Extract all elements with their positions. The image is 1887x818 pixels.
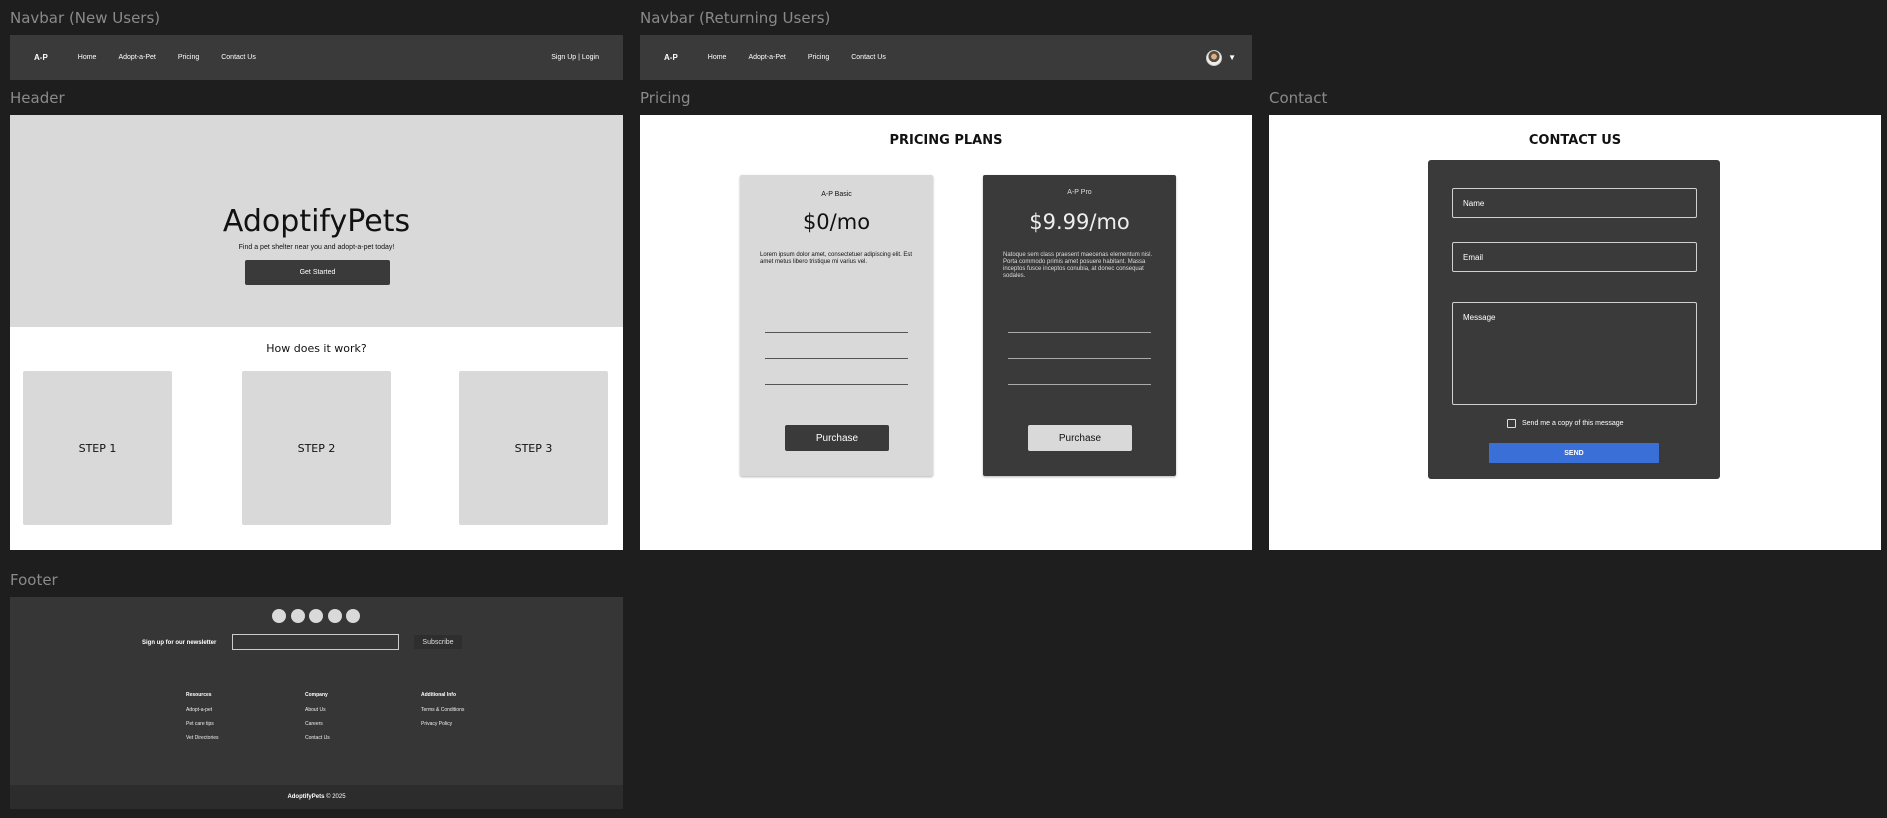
step-card-1: STEP 1 (23, 371, 172, 525)
footer-column-company: Company About Us Careers Contact Us (305, 692, 330, 749)
avatar[interactable] (1206, 49, 1223, 66)
footer-column-resources: Resources Adopt-a-pet Pet care tips Vet … (186, 692, 219, 749)
nav-link-contact[interactable]: Contact Us (221, 54, 256, 61)
contact-form: Name Email Message Send me a copy of thi… (1428, 160, 1720, 479)
email-field[interactable]: Email (1452, 242, 1697, 272)
send-button[interactable]: SEND (1489, 443, 1659, 463)
social-icon[interactable] (291, 609, 305, 623)
hero-subtitle: Find a pet shelter near you and adopt-a-… (238, 244, 395, 251)
footer-column-additional-info: Additional Info Terms & Conditions Priva… (421, 692, 464, 735)
nav-link-adopt[interactable]: Adopt-a-Pet (118, 54, 155, 61)
footer-link[interactable]: Adopt-a-pet (186, 707, 219, 713)
plan-card-basic: A-P Basic $0/mo Lorem ipsum dolor amet, … (740, 175, 933, 476)
signup-login-link[interactable]: Sign Up | Login (551, 54, 599, 61)
footer-link[interactable]: Terms & Conditions (421, 707, 464, 713)
plan-description: Lorem ipsum dolor amet, consectetuer adi… (760, 252, 913, 265)
social-icon[interactable] (328, 609, 342, 623)
social-icon[interactable] (346, 609, 360, 623)
message-field[interactable]: Message (1452, 302, 1697, 405)
purchase-button-pro[interactable]: Purchase (1028, 425, 1132, 451)
frame-label-header: Header (10, 89, 65, 107)
plan-price: $9.99/mo (1029, 210, 1130, 234)
feature-line (765, 384, 908, 385)
feature-line (1008, 384, 1151, 385)
feature-line (765, 358, 908, 359)
contact-frame: CONTACT US Name Email Message Send me a … (1269, 115, 1881, 550)
copyright-text: © 2025 (326, 794, 346, 800)
copyright-bar: AdoptifyPets © 2025 (10, 785, 623, 809)
frame-label-footer: Footer (10, 571, 58, 589)
footer-brand: AdoptifyPets (287, 794, 325, 800)
header-frame: AdoptifyPets Find a pet shelter near you… (10, 115, 623, 550)
plan-price: $0/mo (802, 210, 871, 234)
newsletter-email-input[interactable] (232, 634, 399, 650)
nav-link-pricing[interactable]: Pricing (808, 54, 829, 61)
step-card-2: STEP 2 (242, 371, 391, 525)
footer-link[interactable]: About Us (305, 707, 330, 713)
nav-link-pricing[interactable]: Pricing (178, 54, 199, 61)
nav-link-contact[interactable]: Contact Us (851, 54, 886, 61)
frame-label-contact: Contact (1269, 89, 1328, 107)
copy-checkbox-label: Send me a copy of this message (1522, 420, 1624, 427)
plan-name: A-P Basic (821, 191, 852, 198)
get-started-button[interactable]: Get Started (245, 260, 390, 285)
copy-checkbox-row[interactable]: Send me a copy of this message (1507, 419, 1624, 428)
footer-link[interactable]: Pet care tips (186, 721, 219, 727)
nav-link-home[interactable]: Home (78, 54, 97, 61)
contact-title: CONTACT US (1528, 133, 1622, 148)
feature-line (765, 332, 908, 333)
frame-label-navbar-new: Navbar (New Users) (10, 9, 161, 27)
pricing-title: PRICING PLANS (889, 133, 1003, 148)
nav-logo[interactable]: A-P (34, 53, 48, 62)
chevron-down-icon[interactable]: ▼ (1228, 53, 1236, 62)
frame-label-navbar-returning: Navbar (Returning Users) (640, 9, 831, 27)
how-it-works-title: How does it work? (266, 342, 367, 355)
plan-card-pro: A-P Pro $9.99/mo Natoque sem class praes… (983, 175, 1176, 476)
step-card-3: STEP 3 (459, 371, 608, 525)
feature-line (1008, 358, 1151, 359)
footer-link[interactable]: Vet Directories (186, 735, 219, 741)
hero-section: AdoptifyPets Find a pet shelter near you… (10, 115, 623, 327)
navbar-new-users: A-P Home Adopt-a-Pet Pricing Contact Us … (10, 35, 623, 80)
plan-description: Natoque sem class praesent maecenas elem… (1003, 252, 1153, 279)
footer-link[interactable]: Privacy Policy (421, 721, 464, 727)
social-icon[interactable] (309, 609, 323, 623)
copy-checkbox[interactable] (1507, 419, 1516, 428)
footer-column-title: Company (305, 692, 328, 698)
plan-name: A-P Pro (1067, 189, 1092, 196)
footer-column-title: Resources (186, 692, 212, 698)
purchase-button-basic[interactable]: Purchase (785, 425, 889, 451)
footer-frame: Sign up for our newsletter Subscribe Res… (10, 597, 623, 809)
navbar-returning-users: A-P Home Adopt-a-Pet Pricing Contact Us … (640, 35, 1252, 80)
nav-link-home[interactable]: Home (708, 54, 727, 61)
footer-column-title: Additional Info (421, 692, 456, 698)
hero-title: AdoptifyPets (222, 204, 411, 239)
name-field[interactable]: Name (1452, 188, 1697, 218)
footer-link[interactable]: Careers (305, 721, 330, 727)
pricing-frame: PRICING PLANS A-P Basic $0/mo Lorem ipsu… (640, 115, 1252, 550)
user-menu[interactable]: ▼ (1206, 49, 1236, 66)
nav-logo[interactable]: A-P (664, 53, 678, 62)
nav-link-adopt[interactable]: Adopt-a-Pet (748, 54, 785, 61)
social-icon[interactable] (272, 609, 286, 623)
frame-label-pricing: Pricing (640, 89, 691, 107)
feature-line (1008, 332, 1151, 333)
newsletter-label: Sign up for our newsletter (142, 640, 217, 646)
subscribe-button[interactable]: Subscribe (414, 635, 462, 649)
footer-link[interactable]: Contact Us (305, 735, 330, 741)
